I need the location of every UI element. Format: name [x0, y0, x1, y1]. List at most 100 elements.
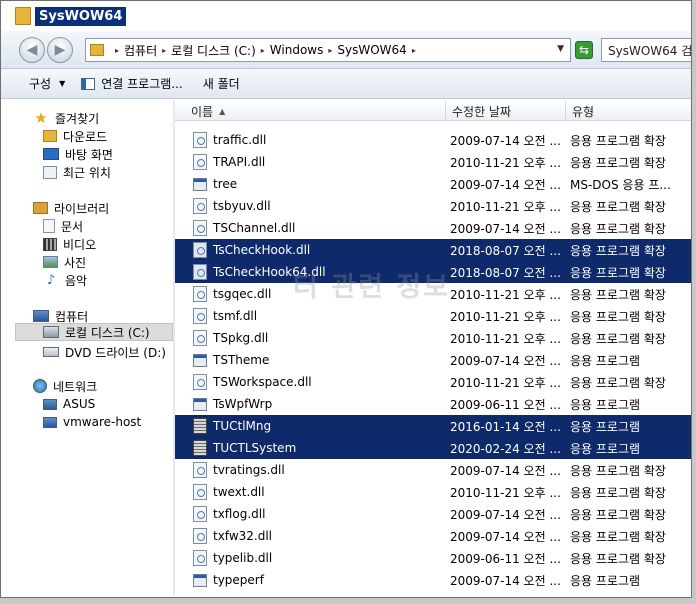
- file-type: 응용 프로그램 확장: [570, 243, 666, 258]
- file-row[interactable]: TRAPI.dll 2010-11-21 오후 ... 응용 프로그램 확장: [175, 151, 691, 173]
- breadcrumb-local-disk[interactable]: 로컬 디스크 (C:) ▸: [171, 42, 270, 59]
- file-name-cell: tvratings.dll: [175, 462, 446, 478]
- column-label: 유형: [572, 104, 595, 119]
- file-row[interactable]: tvratings.dll 2009-07-14 오전 ... 응용 프로그램 확장: [175, 459, 691, 481]
- file-row[interactable]: TUCTLSystem 2020-02-24 오전 ... 응용 프로그램: [175, 437, 691, 459]
- nav-videos[interactable]: 비디오: [43, 235, 96, 253]
- file-row[interactable]: TsCheckHook.dll 2018-08-07 오전 ... 응용 프로그램 …: [175, 239, 691, 261]
- breadcrumb-separator[interactable]: ▸: [110, 46, 124, 55]
- breadcrumb-computer[interactable]: 컴퓨터 ▸: [124, 42, 171, 59]
- file-row[interactable]: TSChannel.dll 2009-07-14 오전 ... 응용 프로그램 확장: [175, 217, 691, 239]
- executable-icon: [193, 177, 207, 191]
- nav-favorites[interactable]: ★ 즐겨찾기: [33, 109, 99, 127]
- music-note-icon: ♪: [46, 272, 56, 288]
- breadcrumb-windows[interactable]: Windows ▸: [270, 43, 338, 57]
- nav-label: vmware-host: [63, 415, 142, 429]
- file-date: 2016-01-14 오전 ...: [450, 419, 561, 434]
- file-row[interactable]: tsmf.dll 2010-11-21 오후 ... 응용 프로그램 확장: [175, 305, 691, 327]
- file-row[interactable]: typelib.dll 2009-06-11 오전 ... 응용 프로그램 확장: [175, 547, 691, 569]
- refresh-icon[interactable]: ⇆: [575, 41, 593, 59]
- back-button[interactable]: ◀: [19, 37, 45, 63]
- file-date: 2010-11-21 오후 ...: [450, 287, 561, 302]
- column-name-header[interactable]: 이름 ▲: [175, 101, 446, 121]
- nav-pictures[interactable]: 사진: [43, 253, 86, 271]
- file-row[interactable]: tree 2009-07-14 오전 ... MS-DOS 응용 프...: [175, 173, 691, 195]
- nav-music[interactable]: ♪ 음악: [43, 271, 87, 289]
- column-type-header[interactable]: 유형: [566, 101, 691, 121]
- nav-recent[interactable]: 최근 위치: [43, 163, 111, 181]
- desktop-icon: [43, 148, 59, 160]
- nav-network-asus[interactable]: ASUS: [43, 395, 95, 413]
- network-globe-icon: [33, 379, 47, 393]
- chevron-right-icon: ▸: [115, 45, 120, 55]
- file-row[interactable]: TSpkg.dll 2010-11-21 오후 ... 응용 프로그램 확장: [175, 327, 691, 349]
- forward-button[interactable]: ▶: [47, 37, 73, 63]
- file-row[interactable]: TsCheckHook64.dll 2018-08-07 오전 ... 응용 프로그…: [175, 261, 691, 283]
- file-name: typelib.dll: [213, 551, 273, 565]
- file-type: 응용 프로그램 확장: [570, 507, 666, 522]
- star-icon: ★: [34, 109, 48, 127]
- file-date: 2009-06-11 오전 ...: [450, 551, 561, 566]
- file-row[interactable]: traffic.dll 2009-07-14 오전 ... 응용 프로그램 확장: [175, 129, 691, 151]
- file-type: 응용 프로그램: [570, 573, 641, 588]
- file-date: 2009-07-14 오전 ...: [450, 133, 561, 148]
- column-date-header[interactable]: 수정한 날짜: [446, 101, 566, 121]
- column-label: 이름: [191, 104, 214, 119]
- nav-downloads[interactable]: 다운로드: [43, 127, 107, 145]
- organize-button[interactable]: 구성 ▼: [29, 75, 65, 92]
- nav-libraries[interactable]: 라이브러리: [33, 199, 109, 217]
- folder-icon: [15, 7, 31, 25]
- sort-ascending-icon: ▲: [219, 106, 226, 116]
- file-row[interactable]: TUCtlMng 2016-01-14 오전 ... 응용 프로그램: [175, 415, 691, 437]
- file-name-cell: TSpkg.dll: [175, 330, 446, 346]
- recent-places-icon: [43, 165, 57, 179]
- file-name: traffic.dll: [213, 133, 267, 147]
- search-input[interactable]: SysWOW64 검: [601, 38, 691, 62]
- file-type: 응용 프로그램 확장: [570, 485, 666, 500]
- nav-label: 비디오: [63, 237, 97, 252]
- file-name-cell: tree: [175, 177, 446, 191]
- file-row[interactable]: tsbyuv.dll 2010-11-21 오후 ... 응용 프로그램 확장: [175, 195, 691, 217]
- dvd-drive-icon: [43, 347, 59, 357]
- file-row[interactable]: typeperf 2009-07-14 오전 ... 응용 프로그램: [175, 569, 691, 591]
- dll-file-icon: [193, 550, 207, 566]
- file-row[interactable]: twext.dll 2010-11-21 오후 ... 응용 프로그램 확장: [175, 481, 691, 503]
- file-row[interactable]: TSTheme 2009-07-14 오전 ... 응용 프로그램: [175, 349, 691, 371]
- file-row[interactable]: TsWpfWrp 2009-06-11 오전 ... 응용 프로그램: [175, 393, 691, 415]
- nav-network[interactable]: 네트워크: [33, 377, 97, 395]
- file-date: 2010-11-21 오후 ...: [450, 485, 561, 500]
- nav-desktop[interactable]: 바탕 화면: [43, 145, 113, 163]
- new-folder-button[interactable]: 새 폴더: [203, 75, 240, 92]
- file-name-cell: TSChannel.dll: [175, 220, 446, 236]
- file-name: tvratings.dll: [213, 463, 285, 477]
- dll-file-icon: [193, 198, 207, 214]
- file-date: 2018-08-07 오전 ...: [450, 265, 561, 280]
- open-with-button[interactable]: 연결 프로그램...: [81, 75, 183, 92]
- file-row[interactable]: txflog.dll 2009-07-14 오전 ... 응용 프로그램 확장: [175, 503, 691, 525]
- file-date: 2009-07-14 오전 ...: [450, 573, 561, 588]
- file-row[interactable]: TSWorkspace.dll 2010-11-21 오후 ... 응용 프로그램 …: [175, 371, 691, 393]
- file-type: 응용 프로그램 확장: [570, 265, 666, 280]
- nav-label: 문서: [61, 219, 84, 234]
- breadcrumb-syswow64[interactable]: SysWOW64 ▸: [337, 43, 420, 57]
- network-computer-icon: [43, 398, 57, 410]
- dll-file-icon: [193, 484, 207, 500]
- chevron-right-icon: ▸: [328, 45, 333, 55]
- drive-icon: [43, 326, 59, 338]
- nav-local-disk[interactable]: 로컬 디스크 (C:): [15, 323, 173, 341]
- file-type: 응용 프로그램 확장: [570, 551, 666, 566]
- file-row[interactable]: tsgqec.dll 2010-11-21 오후 ... 응용 프로그램 확장: [175, 283, 691, 305]
- address-dropdown-icon[interactable]: ▼: [557, 44, 564, 54]
- nav-documents[interactable]: 문서: [43, 217, 83, 235]
- document-icon: [43, 219, 55, 233]
- file-type: 응용 프로그램 확장: [570, 331, 666, 346]
- file-row[interactable]: txfw32.dll 2009-07-14 오전 ... 응용 프로그램 확장: [175, 525, 691, 547]
- file-name: TsWpfWrp: [213, 397, 273, 411]
- nav-dvd-drive[interactable]: DVD 드라이브 (D:): [43, 343, 166, 361]
- address-bar[interactable]: ▸ 컴퓨터 ▸ 로컬 디스크 (C:) ▸ Windows ▸ SysWOW64 ▸ ▼: [85, 38, 571, 62]
- file-type: 응용 프로그램 확장: [570, 199, 666, 214]
- nav-network-vmware-host[interactable]: vmware-host: [43, 413, 141, 431]
- file-name-cell: tsgqec.dll: [175, 286, 446, 302]
- chevron-right-icon: ▸: [260, 45, 265, 55]
- file-name: TsCheckHook.dll: [213, 243, 311, 257]
